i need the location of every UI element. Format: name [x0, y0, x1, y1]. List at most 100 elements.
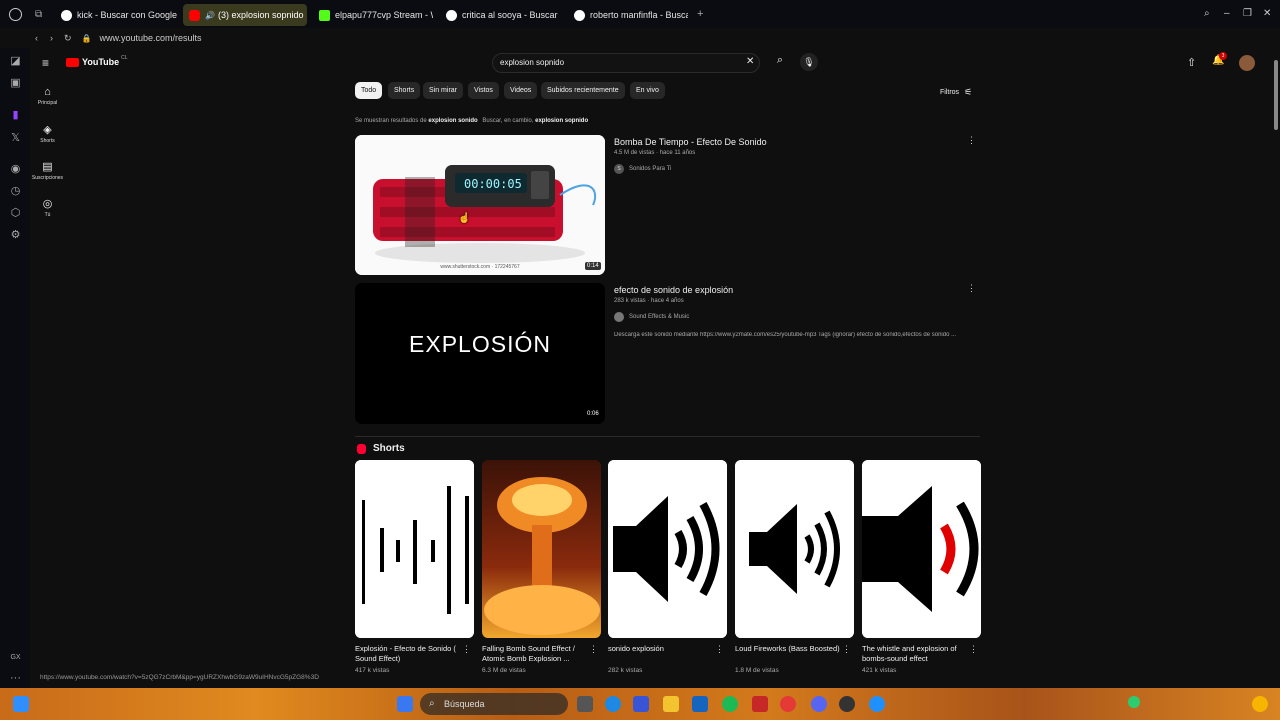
nav-tu[interactable]: ◎ Tú [30, 197, 65, 218]
short-title[interactable]: Explosión - Efecto de Sonido ( Sound Eff… [355, 644, 460, 664]
nav-shorts[interactable]: ◈ Shorts [30, 123, 65, 144]
youtube-icon [189, 9, 200, 21]
more-actions-icon[interactable]: ⋮ [967, 135, 976, 146]
more-actions-icon[interactable]: ⋮ [589, 644, 598, 655]
video-thumbnail[interactable]: 00:00:05 www.shutterstock.com · 17224576… [355, 135, 605, 275]
url-field[interactable]: www.youtube.com/results [100, 33, 202, 43]
edge-icon[interactable] [605, 696, 621, 712]
tab-menu-icon[interactable]: ⧉ [35, 9, 42, 20]
hamburger-menu-icon[interactable]: ≡ [42, 56, 49, 70]
channel-avatar [614, 312, 624, 322]
short-views: 1.8 M de vistas [735, 667, 779, 674]
short-thumbnail[interactable] [862, 460, 981, 638]
more-actions-icon[interactable]: ⋮ [715, 644, 724, 655]
tab-kick-stream[interactable]: elpapu777cvp Stream - W [313, 4, 433, 26]
back-icon[interactable]: ‹ [35, 33, 38, 43]
search-icon[interactable]: ⌕ [768, 54, 792, 72]
tab-google-kick[interactable]: kick - Buscar con Google [55, 4, 177, 26]
windows-start-icon[interactable] [13, 696, 29, 712]
chip-sin-mirar[interactable]: Sin mirar [423, 82, 464, 99]
more-icon[interactable]: ··· [9, 672, 22, 685]
browser-tab-strip: ⧉ kick - Buscar con Google 🔊 (3) explosi… [0, 0, 1280, 28]
scrollbar[interactable] [1273, 48, 1279, 688]
minimize-icon[interactable]: – [1224, 8, 1230, 19]
twitch-icon[interactable]: ▮ [9, 109, 22, 122]
original-query-link[interactable]: explosion sopnido [535, 118, 588, 124]
short-title[interactable]: sonido explosión [608, 644, 713, 654]
short-title[interactable]: Loud Fireworks (Bass Boosted) [735, 644, 840, 654]
tab-label: roberto manfinfla - Busca [590, 10, 688, 20]
short-thumbnail[interactable] [735, 460, 854, 638]
lock-icon: 🔒 [81, 33, 92, 43]
tab-google-roberto[interactable]: roberto manfinfla - Busca [568, 4, 688, 26]
microphone-icon[interactable]: 🎙 [800, 53, 818, 71]
notification-center-icon[interactable] [1252, 696, 1268, 712]
channel-link[interactable]: S Sonidos Para Ti [614, 164, 671, 174]
search-tabs-icon[interactable]: ⌕ [1204, 8, 1210, 19]
clear-search-icon[interactable]: ✕ [746, 56, 754, 67]
gx-corner-icon[interactable]: ▣ [9, 77, 22, 90]
video-title[interactable]: Bomba De Tiempo - Efecto De Sonido [614, 137, 767, 147]
short-title[interactable]: Falling Bomb Sound Effect / Atomic Bomb … [482, 644, 587, 664]
nav-suscripciones[interactable]: ▤ Suscripciones [30, 160, 65, 181]
discord-icon[interactable] [811, 696, 827, 712]
gx-control-icon[interactable]: ◪ [9, 55, 22, 68]
app-icon[interactable] [752, 696, 768, 712]
close-window-icon[interactable]: ✕ [1263, 8, 1271, 19]
task-view-icon[interactable] [577, 696, 593, 712]
chip-todo[interactable]: Todo [355, 82, 383, 99]
speaker-icon[interactable]: 🔊 [205, 11, 215, 20]
store-icon[interactable] [633, 696, 649, 712]
file-explorer-icon[interactable] [663, 696, 679, 712]
tab-youtube-active[interactable]: 🔊 (3) explosion sopnido [183, 4, 307, 26]
reload-icon[interactable]: ↻ [64, 33, 72, 44]
more-actions-icon[interactable]: ⋮ [462, 644, 471, 655]
taskbar-search[interactable]: ⌕ Búsqueda [420, 693, 568, 715]
extensions-icon[interactable]: ⬡ [9, 207, 22, 220]
video-thumbnail[interactable]: EXPLOSIÓN 0:06 [355, 283, 605, 424]
shorts-section-title: Shorts [373, 443, 405, 454]
youtube-logo[interactable]: YouTube CL [66, 55, 128, 67]
windows-logo-icon[interactable] [397, 696, 413, 712]
chip-vistos[interactable]: Vistos [468, 82, 499, 99]
more-actions-icon[interactable]: ⋮ [969, 644, 978, 655]
history-icon[interactable]: ◷ [9, 185, 22, 198]
opera-gx-icon[interactable] [780, 696, 796, 712]
app-icon[interactable] [869, 696, 885, 712]
avatar[interactable] [1239, 55, 1255, 71]
steam-icon[interactable] [839, 696, 855, 712]
search-input[interactable]: explosion sopnido [492, 53, 760, 73]
app-icon[interactable] [692, 696, 708, 712]
tab-google-critica[interactable]: critica al sooya - Buscar c [440, 4, 560, 26]
opera-logo-icon[interactable] [9, 8, 22, 21]
chip-shorts[interactable]: Shorts [388, 82, 421, 99]
tray-icon[interactable] [1128, 696, 1140, 708]
x-twitter-icon[interactable]: 𝕏 [9, 132, 22, 145]
tab-label: critica al sooya - Buscar c [462, 10, 560, 20]
channel-link[interactable]: Sound Effects & Music [614, 312, 689, 322]
chip-videos[interactable]: Videos [504, 82, 538, 99]
spotify-icon[interactable] [722, 696, 738, 712]
video-meta: 4.5 M de vistas · hace 11 años [614, 150, 696, 156]
maximize-icon[interactable]: ❐ [1243, 8, 1252, 19]
short-title[interactable]: The whistle and explosion of bombs-sound… [862, 644, 967, 664]
corrected-query-link[interactable]: explosion sonido [428, 118, 477, 124]
short-thumbnail[interactable] [482, 460, 601, 638]
chip-subidos-recientemente[interactable]: Subidos recientemente [541, 82, 625, 99]
chip-en-vivo[interactable]: En vivo [630, 82, 665, 99]
more-actions-icon[interactable]: ⋮ [967, 283, 976, 294]
filters-button[interactable]: Filtros ⚟ [940, 87, 972, 98]
forward-icon[interactable]: › [50, 33, 53, 43]
scrollbar-thumb[interactable] [1274, 60, 1278, 130]
settings-icon[interactable]: ⚙ [9, 229, 22, 242]
search-icon: ⌕ [429, 698, 435, 709]
video-title[interactable]: efecto de sonido de explosión [614, 285, 733, 295]
player-icon[interactable]: ◉ [9, 163, 22, 176]
more-actions-icon[interactable]: ⋮ [842, 644, 851, 655]
short-thumbnail[interactable] [608, 460, 727, 638]
nav-principal[interactable]: ⌂ Principal [30, 86, 65, 106]
mouse-cursor-icon: ☝ [458, 213, 471, 224]
upload-icon[interactable]: ⇧ [1187, 56, 1196, 69]
short-thumbnail[interactable] [355, 460, 474, 638]
new-tab-icon[interactable]: + [697, 8, 703, 20]
